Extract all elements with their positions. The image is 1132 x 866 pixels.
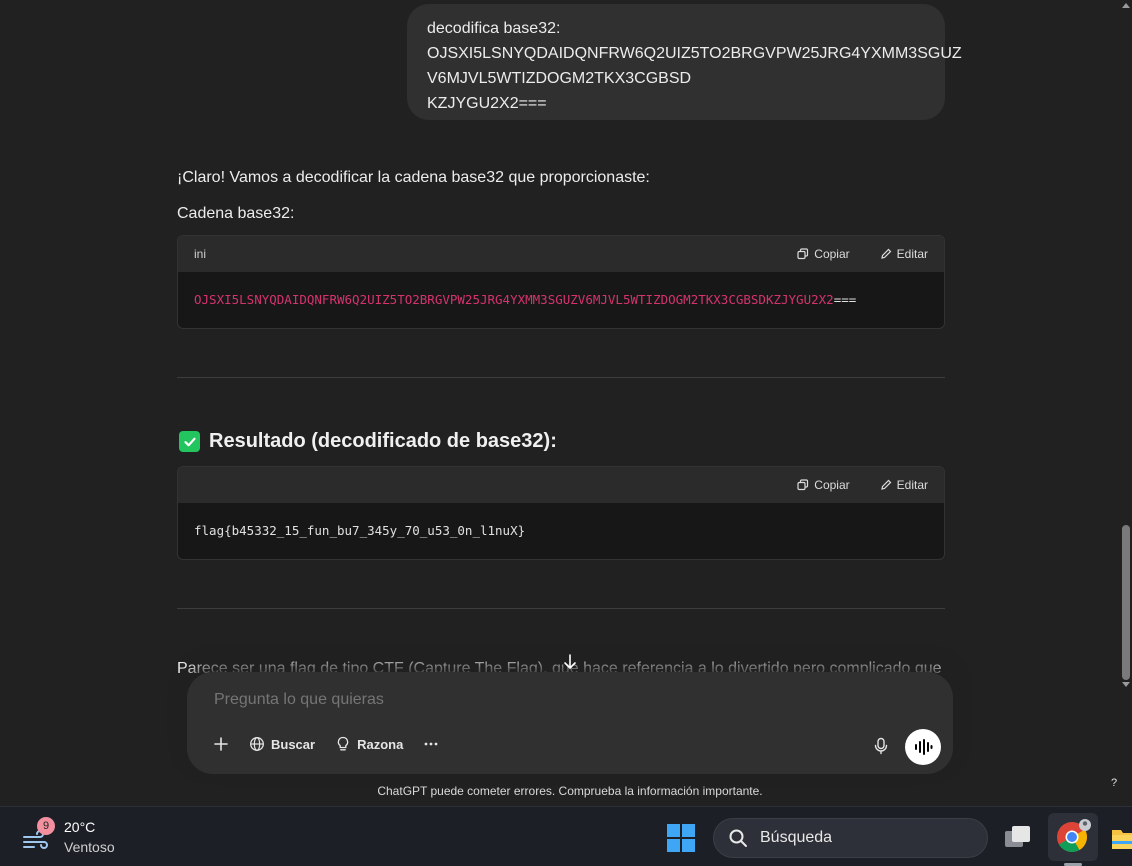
- weather-widget[interactable]: 9 20°C Ventoso: [22, 817, 115, 857]
- scrollbar-thumb[interactable]: [1122, 525, 1130, 680]
- assistant-intro: ¡Claro! Vamos a decodificar la cadena ba…: [177, 169, 650, 186]
- user-message-line: KZJYGU2X2===: [427, 95, 547, 112]
- task-view-button[interactable]: [1000, 821, 1036, 855]
- chrome-icon: [1057, 819, 1091, 853]
- disclaimer: ChatGPT puede cometer errores. Comprueba…: [377, 784, 763, 798]
- copy-code-button[interactable]: Copiar: [797, 478, 850, 492]
- divider: [177, 608, 945, 609]
- code-content: OJSXI5LSNYQDAIDQNFRW6Q2UIZ5TO2BRGVPW25JR…: [178, 272, 944, 328]
- code-string: OJSXI5LSNYQDAIDQNFRW6Q2UIZ5TO2BRGVPW25JR…: [194, 292, 834, 307]
- pencil-icon: [880, 248, 891, 259]
- arrow-down-icon: [564, 654, 576, 670]
- search-tool-label: Buscar: [271, 736, 316, 752]
- code-language: ini: [194, 247, 207, 261]
- copy-code-button[interactable]: Copiar: [797, 247, 850, 261]
- more-tools-button[interactable]: [423, 736, 439, 752]
- dictate-button[interactable]: [873, 737, 889, 760]
- taskbar-search[interactable]: Búsqueda: [713, 818, 988, 858]
- add-attachment-button[interactable]: [213, 736, 229, 752]
- user-message-bubble: decodifica base32: OJSXI5LSNYQDAIDQNFRW6…: [407, 4, 962, 120]
- start-button[interactable]: [666, 823, 696, 853]
- result-heading: Resultado (decodificado de base32):: [179, 430, 557, 453]
- code-block-input: ini Copiar Editar OJSXI5LSNYQDAIDQNFRW6Q…: [177, 235, 945, 329]
- chrome-taskbar-button[interactable]: [1048, 813, 1098, 861]
- check-mark-icon: [179, 431, 200, 452]
- copy-icon: [797, 479, 809, 491]
- globe-icon: [250, 737, 264, 751]
- windows-logo-icon: [667, 824, 695, 852]
- code-content: flag{b45332_15_fun_bu7_345y_70_u53_0n_l1…: [194, 523, 526, 538]
- scroll-to-bottom-button[interactable]: [556, 648, 584, 676]
- user-message-line: decodifica base32:: [427, 20, 561, 37]
- file-explorer-button[interactable]: [1110, 821, 1132, 855]
- user-message-line: V6MJVL5WTIZDOGM2TKX3CGBSD: [427, 70, 692, 87]
- scrollbar[interactable]: [1120, 0, 1132, 806]
- scroll-up-arrow[interactable]: [1122, 3, 1130, 8]
- divider: [177, 377, 945, 378]
- user-message-line: OJSXI5LSNYQDAIDQNFRW6Q2UIZ5TO2BRGVPW25JR…: [427, 45, 962, 62]
- reason-tool-label: Razona: [357, 736, 404, 752]
- result-heading-text: Resultado (decodificado de base32):: [209, 430, 557, 452]
- reason-tool-button[interactable]: Razona: [335, 736, 403, 752]
- wind-icon: 9: [22, 817, 55, 853]
- search-icon: [729, 829, 747, 847]
- voice-mode-button[interactable]: [905, 729, 941, 765]
- code-block-header: ini Copiar Editar: [178, 236, 944, 272]
- input-label: Cadena base32:: [177, 205, 295, 222]
- code-block-result: Copiar Editar flag{b45332_15_fun_bu7_345…: [177, 466, 945, 560]
- help-button[interactable]: ?: [1111, 777, 1117, 789]
- taskbar: 9 20°C Ventoso Búsqueda: [0, 806, 1132, 866]
- plus-icon: [214, 737, 228, 751]
- weather-badge: 9: [37, 817, 55, 835]
- weather-condition: Ventoso: [64, 839, 115, 855]
- prompt-input[interactable]: [214, 691, 814, 709]
- edit-code-button[interactable]: Editar: [880, 247, 928, 261]
- sound-wave-icon: [915, 739, 933, 755]
- edit-label: Editar: [896, 478, 928, 492]
- microphone-icon: [874, 737, 888, 755]
- scroll-down-arrow[interactable]: [1122, 682, 1130, 687]
- edit-code-button[interactable]: Editar: [880, 478, 928, 492]
- edit-label: Editar: [896, 247, 928, 261]
- chat-area: decodifica base32: OJSXI5LSNYQDAIDQNFRW6…: [0, 0, 1132, 806]
- folder-icon: [1112, 830, 1132, 849]
- code-block-header: Copiar Editar: [178, 467, 944, 503]
- code-padding: ===: [833, 292, 857, 307]
- more-dots-icon: [424, 742, 438, 746]
- copy-label: Copiar: [814, 247, 850, 261]
- pencil-icon: [880, 479, 891, 490]
- weather-temperature: 20°C: [64, 819, 96, 835]
- copy-label: Copiar: [814, 478, 850, 492]
- copy-icon: [797, 248, 809, 260]
- task-view-icon: [1005, 826, 1030, 847]
- lightbulb-icon: [337, 736, 349, 751]
- composer: Buscar Razona: [187, 672, 953, 774]
- search-tool-button[interactable]: Buscar: [249, 736, 315, 752]
- taskbar-search-placeholder: Búsqueda: [760, 829, 833, 846]
